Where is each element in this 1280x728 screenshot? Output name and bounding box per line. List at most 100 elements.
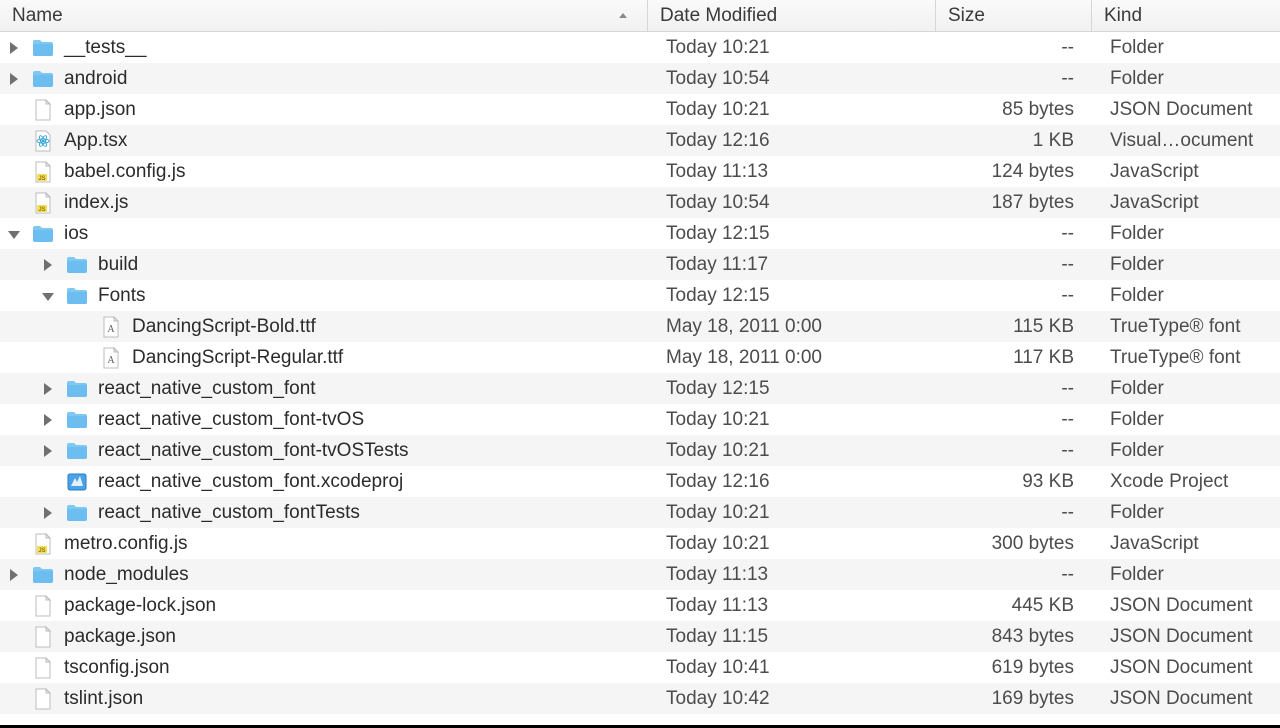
file-row[interactable]: react_native_custom_fontTestsToday 10:21…	[0, 497, 1280, 528]
disclosure-closed-icon[interactable]	[38, 379, 58, 399]
cell-date-modified: May 18, 2011 0:00	[648, 347, 936, 369]
file-name-label: react_native_custom_font.xcodeproj	[98, 471, 403, 493]
cell-name: DancingScript-Regular.ttf	[0, 347, 648, 369]
cell-date-modified: Today 10:21	[648, 440, 936, 462]
file-row[interactable]: react_native_custom_font.xcodeprojToday …	[0, 466, 1280, 497]
cell-name: babel.config.js	[0, 161, 648, 183]
folder-icon	[32, 223, 54, 245]
javascript-file-icon	[32, 533, 54, 555]
file-row[interactable]: app.jsonToday 10:2185 bytesJSON Document	[0, 94, 1280, 125]
xcode-project-icon	[66, 471, 88, 493]
file-row[interactable]: package.jsonToday 11:15843 bytesJSON Doc…	[0, 621, 1280, 652]
file-row[interactable]: tslint.json Today 10:42169 bytesJSON Docu…	[0, 683, 1280, 714]
cell-size: 1 KB	[936, 130, 1092, 152]
cell-date-modified: Today 10:54	[648, 68, 936, 90]
disclosure-spacer	[4, 627, 24, 647]
cell-size: --	[936, 285, 1092, 307]
file-name-label: DancingScript-Regular.ttf	[132, 347, 343, 369]
file-row[interactable]: __tests__Today 10:21--Folder	[0, 32, 1280, 63]
file-row[interactable]: package-lock.jsonToday 11:13445 KBJSON D…	[0, 590, 1280, 621]
cell-date-modified: Today 12:15	[648, 378, 936, 400]
cell-kind: JavaScript	[1092, 533, 1280, 555]
disclosure-spacer	[4, 131, 24, 151]
file-row[interactable]: DancingScript-Bold.ttfMay 18, 2011 0:001…	[0, 311, 1280, 342]
file-row[interactable]: DancingScript-Regular.ttf May 18, 2011 0:…	[0, 342, 1280, 373]
disclosure-closed-icon[interactable]	[38, 503, 58, 523]
cell-date-modified: Today 10:42	[648, 688, 936, 710]
file-row[interactable]: babel.config.jsToday 11:13124 bytesJavaS…	[0, 156, 1280, 187]
cell-date-modified: Today 10:21	[648, 99, 936, 121]
disclosure-spacer	[4, 596, 24, 616]
cell-date-modified: Today 10:21	[648, 533, 936, 555]
cell-size: --	[936, 254, 1092, 276]
cell-size: --	[936, 502, 1092, 524]
cell-kind: Folder	[1092, 37, 1280, 59]
disclosure-spacer	[72, 348, 92, 368]
cell-name: react_native_custom_font	[0, 378, 648, 400]
file-row[interactable]: react_native_custom_font-tvOSTests Today …	[0, 435, 1280, 466]
column-header-date-modified[interactable]: Date Modified	[648, 0, 936, 31]
file-name-label: App.tsx	[64, 130, 127, 152]
cell-name: app.json	[0, 99, 648, 121]
file-row[interactable]: buildToday 11:17--Folder	[0, 249, 1280, 280]
file-row[interactable]: tsconfig.jsonToday 10:41619 bytesJSON Do…	[0, 652, 1280, 683]
disclosure-closed-icon[interactable]	[4, 69, 24, 89]
file-row[interactable]: metro.config.jsToday 10:21300 bytesJavaS…	[0, 528, 1280, 559]
disclosure-open-icon[interactable]	[38, 286, 58, 306]
cell-kind: JavaScript	[1092, 161, 1280, 183]
disclosure-closed-icon[interactable]	[38, 255, 58, 275]
disclosure-closed-icon[interactable]	[38, 441, 58, 461]
disclosure-spacer	[4, 534, 24, 554]
folder-icon	[32, 68, 54, 90]
disclosure-closed-icon[interactable]	[4, 38, 24, 58]
javascript-file-icon	[32, 161, 54, 183]
cell-size: --	[936, 223, 1092, 245]
folder-icon	[66, 502, 88, 524]
cell-kind: Folder	[1092, 440, 1280, 462]
file-name-label: DancingScript-Bold.ttf	[132, 316, 316, 338]
cell-kind: JSON Document	[1092, 688, 1280, 710]
file-row[interactable]: react_native_custom_font-tvOSToday 10:21…	[0, 404, 1280, 435]
file-name-label: metro.config.js	[64, 533, 188, 555]
column-header-kind[interactable]: Kind	[1092, 0, 1280, 31]
file-name-label: react_native_custom_font-tvOSTests	[98, 440, 408, 462]
document-icon	[32, 688, 54, 710]
cell-name: build	[0, 254, 648, 276]
cell-size: 93 KB	[936, 471, 1092, 493]
cell-date-modified: Today 11:13	[648, 161, 936, 183]
file-list: __tests__Today 10:21--FolderandroidToday…	[0, 32, 1280, 714]
file-row[interactable]: react_native_custom_fontToday 12:15--Fol…	[0, 373, 1280, 404]
column-header-size[interactable]: Size	[936, 0, 1092, 31]
folder-icon	[32, 37, 54, 59]
folder-icon	[66, 440, 88, 462]
cell-size: 169 bytes	[936, 688, 1092, 710]
file-name-label: react_native_custom_font	[98, 378, 316, 400]
file-name-label: node_modules	[64, 564, 189, 586]
cell-name: __tests__	[0, 37, 648, 59]
file-row[interactable]: androidToday 10:54--Folder	[0, 63, 1280, 94]
file-name-label: ios	[64, 223, 88, 245]
cell-date-modified: Today 10:21	[648, 37, 936, 59]
column-header-size-label: Size	[948, 5, 985, 27]
cell-kind: Folder	[1092, 285, 1280, 307]
disclosure-closed-icon[interactable]	[38, 410, 58, 430]
file-row[interactable]: node_modulesToday 11:13--Folder	[0, 559, 1280, 590]
file-name-label: tslint.json	[64, 688, 143, 710]
file-row[interactable]: index.jsToday 10:54187 bytesJavaScript	[0, 187, 1280, 218]
file-row[interactable]: iosToday 12:15--Folder	[0, 218, 1280, 249]
cell-kind: JSON Document	[1092, 657, 1280, 679]
disclosure-closed-icon[interactable]	[4, 565, 24, 585]
cell-name: react_native_custom_font-tvOSTests	[0, 440, 648, 462]
folder-icon	[66, 378, 88, 400]
file-row[interactable]: FontsToday 12:15--Folder	[0, 280, 1280, 311]
cell-size: --	[936, 378, 1092, 400]
column-header-name[interactable]: Name	[0, 0, 648, 31]
cell-size: --	[936, 564, 1092, 586]
disclosure-spacer	[4, 100, 24, 120]
cell-name: DancingScript-Bold.ttf	[0, 316, 648, 338]
file-row[interactable]: App.tsxToday 12:161 KBVisual…ocument	[0, 125, 1280, 156]
cell-kind: Folder	[1092, 502, 1280, 524]
file-name-label: index.js	[64, 192, 128, 214]
disclosure-open-icon[interactable]	[4, 224, 24, 244]
cell-kind: Xcode Project	[1092, 471, 1280, 493]
